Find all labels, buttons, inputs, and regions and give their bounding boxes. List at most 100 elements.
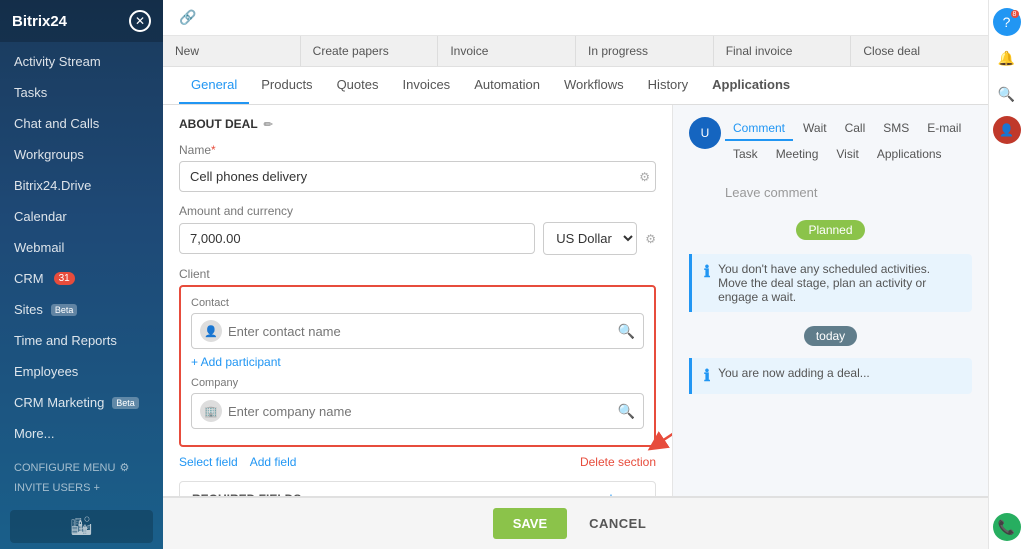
activity-tab-visit[interactable]: Visit: [828, 143, 866, 167]
name-label: Name*: [179, 143, 656, 157]
user-avatar-icon: 👤: [999, 123, 1014, 137]
sidebar-item-more[interactable]: More...: [0, 418, 163, 449]
stage-invoice[interactable]: Invoice: [438, 36, 576, 66]
stage-label: Create papers: [313, 44, 389, 58]
sidebar-city-widget: 🏙: [10, 510, 153, 543]
company-search-icon[interactable]: 🔍: [618, 403, 635, 420]
sidebar-item-workgroups[interactable]: Workgroups: [0, 139, 163, 170]
cancel-button[interactable]: CANCEL: [577, 508, 658, 539]
edit-icon[interactable]: ✏: [264, 118, 273, 131]
add-field-link[interactable]: Add field: [250, 455, 297, 469]
add-participant-link[interactable]: + Add participant: [191, 355, 644, 369]
activity-tab-applications[interactable]: Applications: [869, 143, 950, 167]
delete-section-link[interactable]: Delete section: [580, 455, 656, 469]
invite-users-button[interactable]: INVITE USERS +: [14, 478, 149, 498]
client-field-group: Client Contact 👤 🔍 + Add participant Com…: [179, 267, 656, 469]
user-profile-button[interactable]: 👤: [993, 116, 1021, 144]
activity-tab-comment[interactable]: Comment: [725, 117, 793, 141]
tab-automation[interactable]: Automation: [462, 67, 552, 104]
right-icons-bar: ? 8 🔔 🔍 👤 📞: [988, 0, 1024, 549]
sidebar-item-label: Employees: [14, 364, 78, 379]
settings-icon: ⚙: [119, 461, 129, 474]
notifications-button[interactable]: 🔔: [993, 44, 1021, 72]
sidebar-item-calendar[interactable]: Calendar: [0, 201, 163, 232]
stage-close-deal[interactable]: Close deal: [851, 36, 988, 66]
crm-badge: 31: [54, 272, 75, 285]
main-tabs: General Products Quotes Invoices Automat…: [163, 67, 988, 105]
sidebar-item-sites[interactable]: Sites Beta: [0, 294, 163, 325]
contact-avatar-icon: 👤: [200, 320, 222, 342]
sidebar-item-employees[interactable]: Employees: [0, 356, 163, 387]
info-icon: ℹ: [704, 262, 710, 282]
tab-history[interactable]: History: [636, 67, 700, 104]
phone-button[interactable]: 📞: [993, 513, 1021, 541]
sidebar-item-crm-marketing[interactable]: CRM Marketing Beta: [0, 387, 163, 418]
sidebar-item-activity-stream[interactable]: Activity Stream: [0, 46, 163, 77]
company-name-input[interactable]: [228, 404, 612, 419]
sidebar-item-label: Calendar: [14, 209, 67, 224]
stage-in-progress[interactable]: In progress: [576, 36, 714, 66]
stage-create-papers[interactable]: Create papers: [301, 36, 439, 66]
sidebar-item-crm[interactable]: CRM 31: [0, 263, 163, 294]
sidebar-item-label: Activity Stream: [14, 54, 101, 69]
activity-tab-email[interactable]: E-mail: [919, 117, 969, 141]
sidebar-item-time-reports[interactable]: Time and Reports: [0, 325, 163, 356]
city-icon: 🏙: [70, 516, 93, 537]
activity-tab-meeting[interactable]: Meeting: [768, 143, 827, 167]
no-activities-info: ℹ You don't have any scheduled activitie…: [689, 254, 972, 312]
activity-tab-wait[interactable]: Wait: [795, 117, 835, 141]
stage-new[interactable]: New: [163, 36, 301, 66]
configure-menu-label: CONFIGURE MENU: [14, 462, 115, 474]
activity-tab-call[interactable]: Call: [837, 117, 874, 141]
help-button[interactable]: ? 8: [993, 8, 1021, 36]
sidebar-footer: CONFIGURE MENU ⚙ INVITE USERS +: [0, 449, 163, 506]
tab-products[interactable]: Products: [249, 67, 324, 104]
name-input[interactable]: [179, 161, 656, 192]
sidebar-item-chat-calls[interactable]: Chat and Calls: [0, 108, 163, 139]
amount-input[interactable]: [179, 223, 535, 254]
tab-applications[interactable]: Applications: [700, 67, 802, 104]
amount-label: Amount and currency: [179, 204, 656, 218]
activity-tab-sms[interactable]: SMS: [875, 117, 917, 141]
stage-label: New: [175, 44, 199, 58]
stage-final-invoice[interactable]: Final invoice: [714, 36, 852, 66]
today-badge: today: [804, 326, 857, 346]
sidebar-item-drive[interactable]: Bitrix24.Drive: [0, 170, 163, 201]
tab-invoices[interactable]: Invoices: [390, 67, 462, 104]
field-actions: Select field Add field Delete section: [179, 455, 656, 469]
currency-select[interactable]: US Dollar EUR GBP: [543, 222, 637, 255]
annotation-arrow: [646, 395, 673, 455]
name-field-group: Name* ⚙: [179, 143, 656, 192]
client-section: Contact 👤 🔍 + Add participant Company 🏢 …: [179, 285, 656, 447]
link-icon: 🔗: [179, 9, 196, 26]
leave-comment-text: Leave comment: [725, 179, 972, 206]
main-content: 🔗 New Create papers Invoice In progress …: [163, 0, 988, 549]
company-sublabel: Company: [191, 377, 644, 389]
select-field-link[interactable]: Select field: [179, 455, 238, 469]
tab-general[interactable]: General: [179, 67, 249, 104]
sidebar-header: Bitrix24 ✕: [0, 0, 163, 42]
about-deal-header: ABOUT DEAL ✏: [179, 117, 656, 131]
tab-workflows[interactable]: Workflows: [552, 67, 636, 104]
sidebar-item-label: Webmail: [14, 240, 64, 255]
no-activities-text: You don't have any scheduled activities.…: [718, 262, 960, 304]
sidebar-close-button[interactable]: ✕: [129, 10, 151, 32]
search-button[interactable]: 🔍: [993, 80, 1021, 108]
name-field-options-icon[interactable]: ⚙: [639, 170, 650, 184]
amount-field-options-icon[interactable]: ⚙: [645, 232, 656, 246]
save-button[interactable]: SAVE: [493, 508, 567, 539]
sidebar-item-tasks[interactable]: Tasks: [0, 77, 163, 108]
configure-menu-button[interactable]: CONFIGURE MENU ⚙: [14, 457, 149, 478]
sidebar-item-webmail[interactable]: Webmail: [0, 232, 163, 263]
stage-label: Final invoice: [726, 44, 793, 58]
contact-search-icon[interactable]: 🔍: [618, 323, 635, 340]
info-icon-2: ℹ: [704, 366, 710, 386]
name-input-wrapper: ⚙: [179, 161, 656, 192]
adding-deal-text: You are now adding a deal...: [718, 366, 870, 380]
activity-tab-task[interactable]: Task: [725, 143, 766, 167]
form-panel: ABOUT DEAL ✏ Name* ⚙ Amount and currency: [163, 105, 673, 496]
contact-name-input[interactable]: [228, 324, 612, 339]
sidebar-item-label: Tasks: [14, 85, 47, 100]
topbar: 🔗: [163, 0, 988, 36]
tab-quotes[interactable]: Quotes: [325, 67, 391, 104]
